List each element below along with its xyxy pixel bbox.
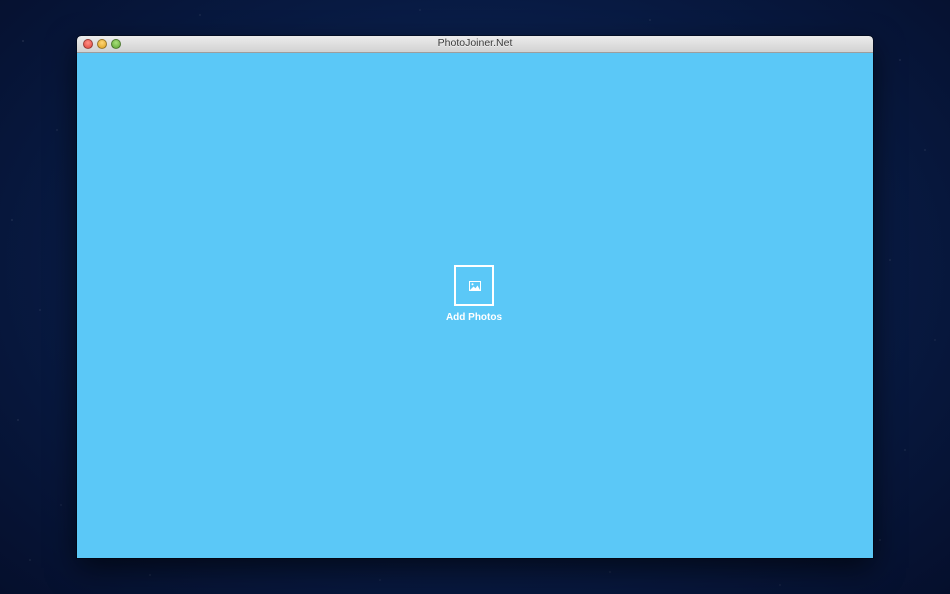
image-icon [469,281,481,291]
add-photos-box[interactable] [454,265,494,306]
add-photos-button[interactable]: Add Photos [441,265,507,323]
window-title: PhotoJoiner.Net [437,37,513,49]
app-window: PhotoJoiner.Net Add Photos [77,36,873,558]
window-titlebar[interactable]: PhotoJoiner.Net [77,36,873,53]
photo-canvas[interactable]: Add Photos [77,53,873,558]
add-photos-label: Add Photos [445,312,503,323]
